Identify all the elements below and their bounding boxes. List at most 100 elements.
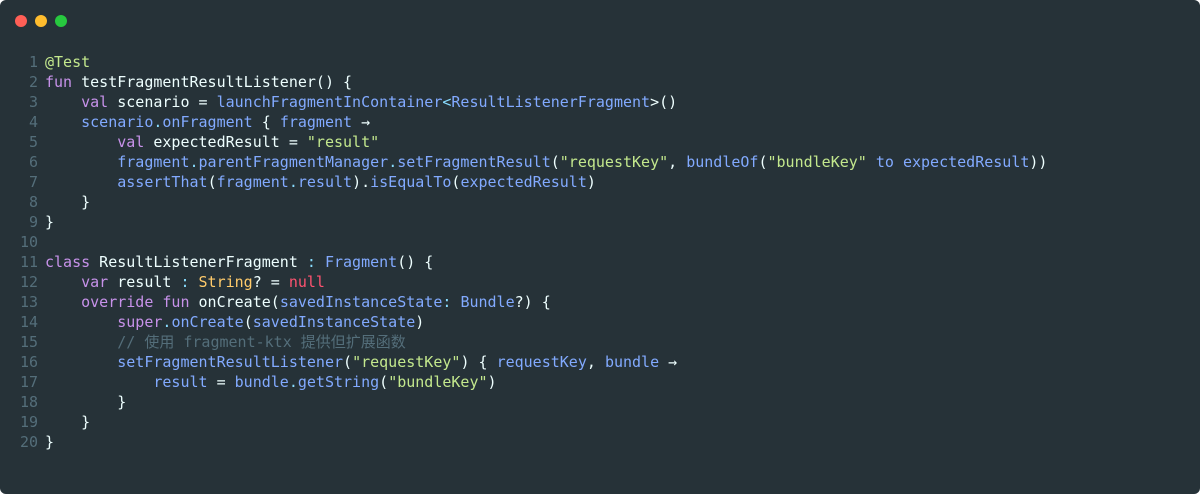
line-number: 4 — [28, 113, 38, 131]
code-line: 1 @Test — [0, 52, 1200, 72]
line-number: 7 — [28, 173, 38, 191]
code-token: onFragment — [162, 113, 253, 131]
code-token: result — [153, 373, 208, 391]
line-content: assertThat(fragment.result).isEqualTo(ex… — [45, 172, 596, 192]
code-token: ( — [343, 353, 353, 371]
line-number: 10 — [19, 233, 38, 251]
code-token: Fragment — [324, 253, 398, 271]
code-token: >() — [650, 93, 678, 111]
line-number: 15 — [19, 333, 38, 351]
code-line: 17 result = bundle.getString("bundleKey"… — [0, 372, 1200, 392]
code-token: ( — [243, 313, 253, 331]
code-line: 10 — [0, 232, 1200, 252]
line-content: } — [45, 412, 90, 432]
line-content: } — [45, 432, 54, 452]
line-content: val expectedResult = "result" — [45, 132, 379, 152]
code-line: 2 fun testFragmentResultListener() { — [0, 72, 1200, 92]
code-token: ). — [352, 173, 371, 191]
code-line: 7 assertThat(fragment.result).isEqualTo(… — [0, 172, 1200, 192]
line-number: 17 — [19, 373, 38, 391]
code-token: } — [45, 433, 55, 451]
code-token: ( — [207, 173, 217, 191]
line-number: 8 — [28, 193, 38, 211]
code-token: "requestKey" — [352, 353, 461, 371]
line-number: 11 — [19, 253, 38, 271]
code-token: null — [288, 273, 325, 291]
code-token: var — [81, 273, 109, 291]
code-token: ) { — [460, 353, 497, 371]
code-token: . — [189, 153, 199, 171]
line-content: } — [45, 392, 126, 412]
line-content: scenario.onFragment { fragment → — [45, 112, 370, 132]
code-token: "requestKey" — [559, 153, 669, 171]
line-number: 9 — [28, 213, 38, 231]
code-token: fun — [45, 73, 73, 91]
code-token: ) — [586, 173, 596, 191]
code-token: } — [45, 393, 127, 411]
code-token: getString — [297, 373, 380, 391]
code-token: , — [668, 153, 687, 171]
code-token: . — [288, 373, 298, 391]
line-number: 16 — [19, 353, 38, 371]
code-token: ResultListenerFragment — [451, 93, 651, 111]
title-bar — [0, 0, 1200, 40]
code-token: parentFragmentManager — [198, 153, 389, 171]
code-window: 1 @Test 2 fun testFragmentResultListener() … — [0, 0, 1200, 494]
line-content: } — [45, 212, 54, 232]
code-token: bundleOf — [686, 153, 759, 171]
line-content: super.onCreate(savedInstanceState) — [45, 312, 424, 332]
code-token: onCreate — [171, 313, 244, 331]
code-token: } — [45, 413, 91, 431]
code-token: fragment — [216, 173, 289, 191]
line-content: // 使用 fragment-ktx 提供但扩展函数 — [45, 332, 406, 352]
code-token: scenario — [81, 113, 154, 131]
maximize-button[interactable] — [55, 15, 67, 27]
code-token: expectedResult — [460, 173, 587, 191]
line-number: 1 — [28, 53, 38, 71]
code-token: super — [117, 313, 163, 331]
code-token: . — [288, 173, 298, 191]
line-content: } — [45, 192, 90, 212]
code-token: . — [388, 153, 398, 171]
code-line: 20} — [0, 432, 1200, 452]
code-line: 4 scenario.onFragment { fragment → — [0, 112, 1200, 132]
code-token: to — [875, 153, 894, 171]
code-line: 6 fragment.parentFragmentManager.setFrag… — [0, 152, 1200, 172]
code-token: requestKey — [496, 353, 587, 371]
code-token: "bundleKey" — [767, 153, 867, 171]
code-token: launchFragmentInContainer — [216, 93, 443, 111]
line-content: class ResultListenerFragment : Fragment(… — [45, 252, 433, 272]
code-token: Bundle — [460, 293, 515, 311]
code-token: bundle — [604, 353, 660, 371]
code-token: bundle — [234, 373, 289, 391]
code-line: 15 // 使用 fragment-ktx 提供但扩展函数 — [0, 332, 1200, 352]
code-line: 11 class ResultListenerFragment : Fragmen… — [0, 252, 1200, 272]
code-block: 1 @Test 2 fun testFragmentResultListener() … — [0, 52, 1200, 452]
code-token: → — [659, 353, 678, 371]
line-number: 14 — [19, 313, 38, 331]
code-token: String — [198, 273, 253, 291]
code-token: = — [207, 373, 235, 391]
code-token: : — [306, 253, 316, 271]
code-token: () { — [397, 253, 434, 271]
line-content: override fun onCreate(savedInstanceState… — [45, 292, 551, 312]
code-token: assertThat — [117, 173, 208, 191]
code-token: → — [352, 113, 371, 131]
line-number: 6 — [28, 153, 38, 171]
line-number: 2 — [28, 73, 38, 91]
minimize-button[interactable] — [35, 15, 47, 27]
code-token: )) — [1029, 153, 1048, 171]
code-token: override fun — [81, 293, 190, 311]
line-number: 13 — [19, 293, 38, 311]
close-button[interactable] — [15, 15, 27, 27]
